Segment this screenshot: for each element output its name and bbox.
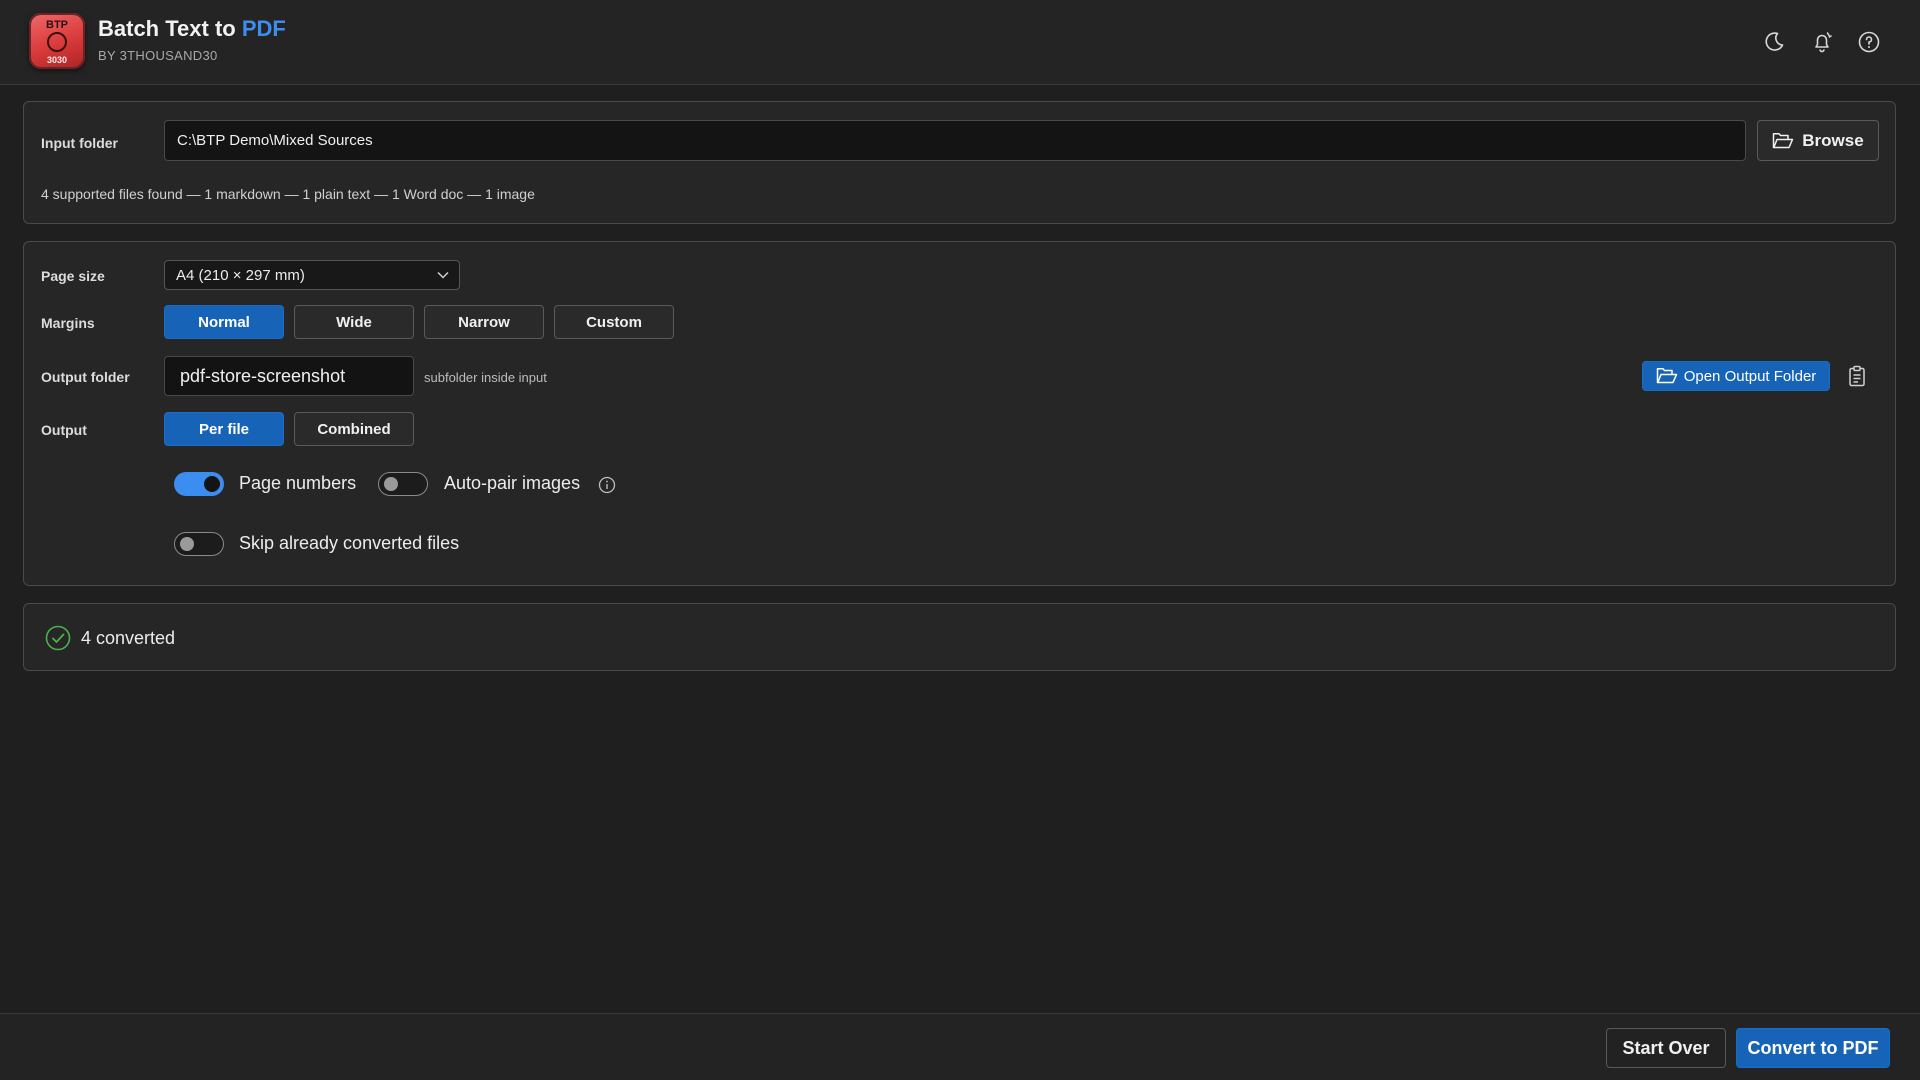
output-folder-label: Output folder (41, 369, 130, 385)
browse-label: Browse (1802, 130, 1864, 150)
start-over-button[interactable]: Start Over (1606, 1028, 1726, 1068)
auto-pair-toggle[interactable] (378, 472, 428, 496)
open-output-folder-button[interactable]: Open Output Folder (1642, 361, 1830, 391)
open-output-folder-label: Open Output Folder (1683, 367, 1817, 385)
page-numbers-label: Page numbers (239, 473, 357, 493)
margin-custom-button[interactable]: Custom (554, 305, 674, 339)
footer-bar: Start Over Convert to PDF (0, 1013, 1920, 1080)
page-numbers-toggle[interactable] (174, 472, 224, 496)
logo-top-text: BTP (46, 19, 68, 31)
chevron-down-icon (437, 271, 449, 279)
folder-open-icon (1773, 132, 1794, 148)
app-header: BTP 3030 Batch Text to PDF BY 3THOUSAND3… (0, 0, 1920, 85)
settings-panel: Page size A4 (210 × 297 mm) Margins Norm… (23, 241, 1896, 586)
page-size-select[interactable]: A4 (210 × 297 mm) (164, 260, 460, 290)
clipboard-icon[interactable] (1847, 365, 1867, 387)
folder-open-icon (1656, 368, 1677, 384)
output-folder-hint: subfolder inside input (424, 370, 547, 385)
skip-converted-toggle[interactable] (174, 532, 224, 556)
app-logo: BTP 3030 (29, 13, 85, 69)
status-panel: 4 converted (23, 603, 1896, 671)
help-icon[interactable] (1857, 30, 1881, 54)
margin-wide-button[interactable]: Wide (294, 305, 414, 339)
margin-normal-button[interactable]: Normal (164, 305, 284, 339)
margins-label: Margins (41, 315, 95, 331)
toggle-knob (204, 476, 220, 492)
convert-to-pdf-button[interactable]: Convert to PDF (1736, 1028, 1890, 1068)
auto-pair-label: Auto-pair images (444, 473, 581, 493)
input-folder-field[interactable] (164, 120, 1746, 161)
output-combined-button[interactable]: Combined (294, 412, 414, 446)
check-circle-icon (45, 625, 71, 651)
app-title: Batch Text to PDF (98, 16, 286, 42)
margin-narrow-button[interactable]: Narrow (424, 305, 544, 339)
skip-converted-label: Skip already converted files (239, 533, 460, 553)
toggle-knob (180, 537, 194, 551)
margins-group: Normal Wide Narrow Custom (164, 305, 684, 339)
files-summary: 4 supported files found — 1 markdown — 1… (41, 186, 535, 202)
output-mode-group: Per file Combined (164, 412, 424, 446)
input-folder-label: Input folder (41, 135, 118, 151)
bell-icon[interactable] (1810, 30, 1834, 54)
page-size-value: A4 (210 × 297 mm) (176, 267, 305, 284)
output-per-file-button[interactable]: Per file (164, 412, 284, 446)
info-icon[interactable] (598, 476, 616, 494)
output-label: Output (41, 422, 87, 438)
app-title-accent: PDF (241, 16, 286, 41)
logo-gear-icon (47, 32, 67, 52)
output-folder-field[interactable] (164, 356, 414, 396)
logo-bottom-text: 3030 (46, 55, 68, 65)
app-subtitle: BY 3THOUSAND30 (98, 48, 218, 63)
toggle-knob (384, 477, 398, 491)
input-panel: Input folder Browse 4 supported files fo… (23, 101, 1896, 224)
browse-button[interactable]: Browse (1757, 120, 1879, 161)
moon-icon[interactable] (1762, 30, 1786, 54)
status-text: 4 converted (81, 628, 176, 648)
app-title-main: Batch Text to (98, 16, 242, 41)
page-size-label: Page size (41, 268, 105, 284)
